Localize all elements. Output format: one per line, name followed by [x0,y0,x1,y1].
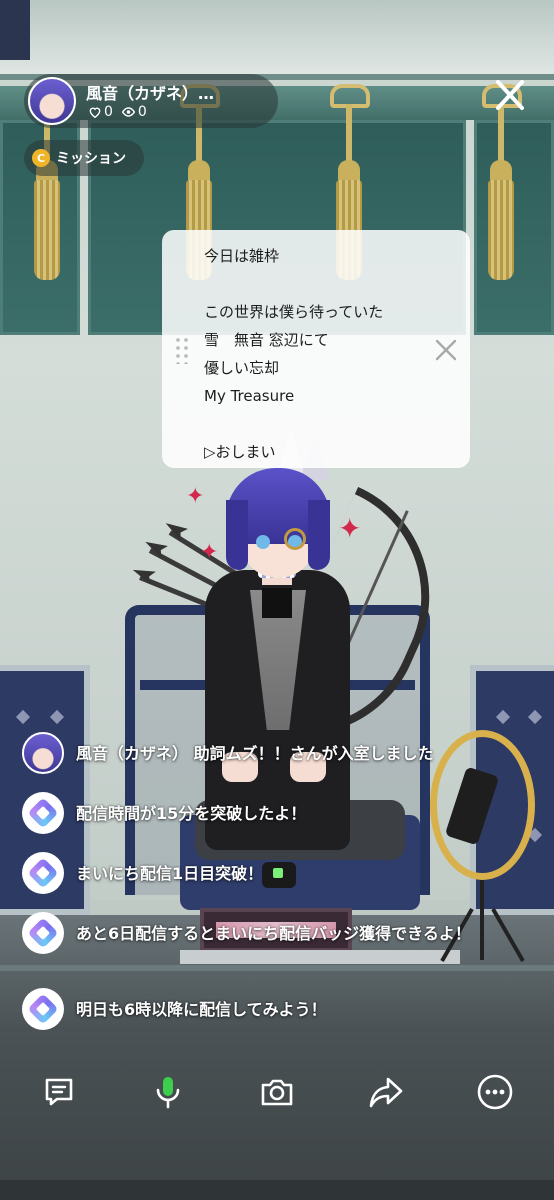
gem-icon [27,797,59,829]
character-hair [226,500,248,570]
character-collar [262,588,292,618]
character-eye [256,535,270,549]
user-avatar[interactable] [22,732,64,774]
tassel [488,180,514,280]
memo-line [204,410,434,438]
more-button[interactable] [473,1070,517,1114]
memo-line: 雪 無音 窓辺にて [204,331,329,349]
host-profile-pill[interactable]: 風音（カザネ）… 0 0 [24,74,278,128]
memo-text: 今日は雑枠 この世界は僕ら待っていた 雪 無音 窓辺にて 優しい忘却 My Tr… [204,242,434,466]
camera-button[interactable] [255,1070,299,1114]
system-icon [22,988,64,1030]
memo-card[interactable]: 今日は雑枠 この世界は僕ら待っていた 雪 無音 窓辺にて 優しい忘却 My Tr… [162,230,470,468]
close-icon [496,80,524,110]
shrine-roof [0,0,554,80]
comment-icon [45,1078,73,1106]
host-name: 風音（カザネ）… [86,84,215,103]
tassel [34,180,60,280]
microphone-button[interactable] [146,1070,190,1114]
chat-message: まいにち配信1日目突破！ [22,852,506,894]
chat-message: 配信時間が15分を突破したよ！ [22,792,506,834]
memo-close-button[interactable] [432,336,460,364]
chat-message-text: まいにち配信1日目突破！ [76,864,264,883]
eye-icon [121,107,136,117]
teal-panel-right [474,120,554,335]
coin-icon: C [32,149,50,167]
chat-message: 明日も6時以降に配信してみよう！ [22,988,506,1030]
decor-star: ✦ [186,484,205,509]
memo-line: My Treasure [204,387,295,405]
memo-line: 優しい忘却 [204,359,280,377]
mission-label: ミッション [56,151,126,167]
share-icon [369,1077,403,1108]
heart-icon [89,107,101,119]
bottom-toolbar [0,1060,554,1124]
home-indicator-area [0,1180,554,1200]
viewers-stat: 0 [121,104,147,120]
system-icon [22,792,64,834]
chat-message: あと6日配信するとまいにち配信バッジ獲得できるよ！ [22,912,506,954]
camera-icon [261,1079,293,1106]
system-icon [22,852,64,894]
mission-button[interactable]: C ミッション [24,140,144,176]
microphone-icon [156,1077,180,1109]
gem-icon [27,993,59,1025]
character-monocle [284,528,306,550]
tassel-rod [346,104,352,164]
floor-edge [0,965,554,971]
chat-message: 風音（カザネ） 助詞ムズ！！さんが入室しました [22,732,506,774]
chat-message-text: 風音（カザネ） 助詞ムズ！！さんが入室しました [76,744,434,763]
decor-star: ✦ [338,512,362,545]
gem-icon [27,857,59,889]
memo-line [204,270,434,298]
comment-button[interactable] [37,1070,81,1114]
more-icon [477,1074,513,1110]
likes-count: 0 [104,104,113,120]
host-avatar[interactable] [28,77,76,125]
memo-line: この世界は僕ら待っていた [204,303,384,321]
character-hair [308,500,330,570]
likes-stat: 0 [88,104,113,120]
system-icon [22,912,64,954]
gem-icon [27,917,59,949]
close-button[interactable] [490,78,530,114]
drag-handle-icon[interactable] [174,336,190,364]
night-sky [0,0,30,60]
chat-message-text: 配信時間が15分を突破したよ！ [76,804,307,823]
viewers-count: 0 [137,104,147,120]
memo-line: ▷おしまい [204,443,276,461]
host-stats: 0 0 [88,104,147,120]
close-icon [435,339,457,361]
share-button[interactable] [364,1070,408,1114]
memo-line: 今日は雑枠 [204,247,280,265]
chat-message-text: 明日も6時以降に配信してみよう！ [76,1000,327,1019]
decor-star: ✦ [200,540,219,565]
chat-message-text: あと6日配信するとまいにち配信バッジ獲得できるよ！ [76,924,471,943]
